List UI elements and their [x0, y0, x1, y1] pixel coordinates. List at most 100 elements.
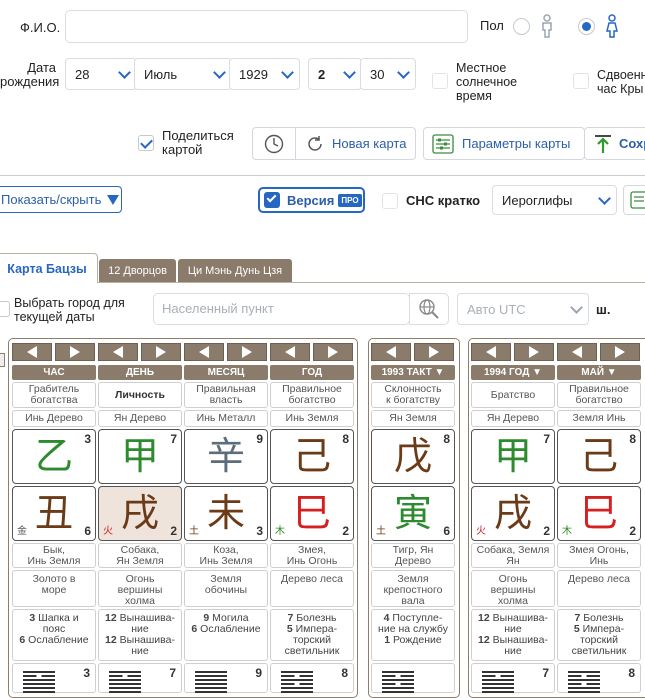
- life-stage-number: 12: [478, 634, 490, 646]
- next-arrow-button[interactable]: [313, 343, 353, 361]
- sns-short-checkbox[interactable]: [382, 193, 398, 209]
- arrow-right-icon: [615, 346, 625, 358]
- share-chart-label: Поделиться картой: [162, 128, 234, 157]
- fio-input[interactable]: [65, 10, 468, 43]
- version-check-icon: [264, 192, 280, 208]
- gender-female-radio[interactable]: [578, 18, 595, 35]
- hexagram-cell: 7: [98, 663, 182, 693]
- ten-god-cell: Грабитель богатства: [12, 382, 96, 408]
- prev-arrow-button[interactable]: [557, 343, 597, 361]
- tab-12-palaces[interactable]: 12 Дворцов: [99, 259, 176, 282]
- city-checkbox[interactable]: [0, 301, 10, 317]
- heavenly-stem-cell[interactable]: 辛9: [184, 429, 268, 484]
- earthly-branch-cell[interactable]: 戌2火: [471, 486, 555, 541]
- globe-button[interactable]: [409, 293, 449, 325]
- stem-glyph: 甲: [493, 434, 532, 478]
- earthly-branch-cell[interactable]: 巳2木: [557, 486, 641, 541]
- life-stage-item: 12 Вынашива- ние: [105, 613, 175, 635]
- month-select[interactable]: Июль: [134, 58, 232, 90]
- earthly-branch-cell[interactable]: 未3土: [184, 486, 268, 541]
- ten-god-cell: Правильная власть: [184, 382, 268, 408]
- arrow-left-icon: [113, 346, 123, 358]
- extra-params-button[interactable]: [623, 185, 645, 215]
- element-glyph: 土: [376, 526, 386, 537]
- stem-element-cell: Инь Дерево: [12, 410, 96, 427]
- prev-arrow-button[interactable]: [471, 343, 511, 361]
- new-chart-button[interactable]: Новая карта: [295, 127, 416, 160]
- script-select[interactable]: Иероглифы: [492, 185, 617, 215]
- tab-bazi-chart[interactable]: Карта Бацзы: [0, 253, 98, 283]
- nayin-cell: Дерево леса: [270, 570, 354, 607]
- column-header: ГОД: [270, 365, 354, 380]
- hexagram-icon: [109, 671, 141, 695]
- year-select[interactable]: 1929: [229, 58, 300, 90]
- heavenly-stem-cell[interactable]: 甲7: [471, 429, 555, 484]
- show-hide-button[interactable]: Показать/скрыть: [0, 186, 122, 213]
- next-arrow-button[interactable]: [227, 343, 267, 361]
- animal-cell: Змея Огонь, Инь: [557, 543, 641, 568]
- left-edge-marker: [0, 353, 5, 367]
- clock-button[interactable]: [252, 127, 296, 160]
- gender-male-radio[interactable]: [513, 18, 530, 35]
- local-solar-time-checkbox[interactable]: [432, 73, 448, 89]
- tab-qi-men[interactable]: Ци Мэнь Дунь Цзя: [178, 259, 292, 282]
- heavenly-stem-cell[interactable]: 乙3: [12, 429, 96, 484]
- life-stage-label: Ослабление: [197, 623, 261, 635]
- heavenly-stem-cell[interactable]: 己8: [557, 429, 641, 484]
- next-arrow-button[interactable]: [514, 343, 554, 361]
- earthly-branch-cell[interactable]: 戌2火: [98, 486, 182, 541]
- life-stage-label: Поступле- ние на службу: [378, 612, 448, 635]
- stem-number: 8: [342, 432, 349, 446]
- life-stage-item: 5 Импера- торский светильник: [572, 624, 627, 657]
- day-select[interactable]: 28: [65, 58, 137, 90]
- stem-number: 3: [84, 432, 91, 446]
- chart-params-button[interactable]: Параметры карты: [423, 127, 585, 160]
- minute-select[interactable]: 30: [360, 58, 416, 90]
- column-header[interactable]: МАЙ ▼: [557, 365, 641, 380]
- prev-arrow-button[interactable]: [98, 343, 138, 361]
- element-glyph: 木: [562, 526, 572, 537]
- animal-cell: Собака, Земля Ян: [471, 543, 555, 568]
- hexagram-number: 9: [255, 666, 262, 680]
- nayin-cell: Дерево леса: [557, 570, 641, 607]
- heavenly-stem-cell[interactable]: 戊8: [371, 429, 455, 484]
- heavenly-stem-cell[interactable]: 己8: [270, 429, 354, 484]
- life-stage-label: Шапка и пояс: [38, 612, 79, 635]
- share-chart-checkbox[interactable]: [138, 135, 154, 151]
- arrow-right-icon: [429, 346, 439, 358]
- arrow-right-icon: [70, 346, 80, 358]
- life-stage-item: 5 Импера- торский светильник: [285, 624, 340, 657]
- life-stage-cell: 4 Поступле- ние на службу 1 Рождение: [371, 609, 455, 661]
- life-stage-label: Импера- торский светильник: [571, 623, 627, 657]
- life-stage-label: Импера- торский светильник: [284, 623, 340, 657]
- earthly-branch-cell[interactable]: 寅6土: [371, 486, 455, 541]
- prev-arrow-button[interactable]: [371, 343, 411, 361]
- earthly-branch-cell[interactable]: 丑6金: [12, 486, 96, 541]
- arrow-left-icon: [199, 346, 209, 358]
- heavenly-stem-cell[interactable]: 甲7: [98, 429, 182, 484]
- hexagram-number: 7: [542, 666, 549, 680]
- utc-select[interactable]: Авто UTC: [457, 293, 589, 325]
- next-arrow-button[interactable]: [141, 343, 181, 361]
- next-arrow-button[interactable]: [414, 343, 454, 361]
- prev-arrow-button[interactable]: [12, 343, 52, 361]
- earthly-branch-cell[interactable]: 巳2木: [270, 486, 354, 541]
- next-arrow-button[interactable]: [55, 343, 95, 361]
- prev-arrow-button[interactable]: [270, 343, 310, 361]
- version-toggle[interactable]: Версия ПРО: [258, 187, 365, 213]
- hour-select[interactable]: 2: [308, 58, 362, 90]
- save-button[interactable]: Сохр: [584, 127, 645, 160]
- life-stage-item: 6 Ослабление: [191, 624, 260, 635]
- double-hour-checkbox[interactable]: [573, 73, 589, 89]
- column-header[interactable]: 1993 ТАКТ ▼: [371, 365, 455, 380]
- stem-glyph: 己: [579, 434, 618, 478]
- city-input[interactable]: Населенный пункт: [153, 293, 410, 325]
- arrow-right-icon: [156, 346, 166, 358]
- ten-god-cell: Склонность к богатству: [371, 382, 455, 408]
- prev-arrow-button[interactable]: [184, 343, 224, 361]
- next-arrow-button[interactable]: [600, 343, 640, 361]
- triangle-down-icon: [107, 194, 120, 205]
- column-header[interactable]: 1994 ГОД ▼: [471, 365, 555, 380]
- life-stage-item: 12 Вынашива- ние: [478, 635, 548, 657]
- life-stage-number: 12: [105, 634, 117, 646]
